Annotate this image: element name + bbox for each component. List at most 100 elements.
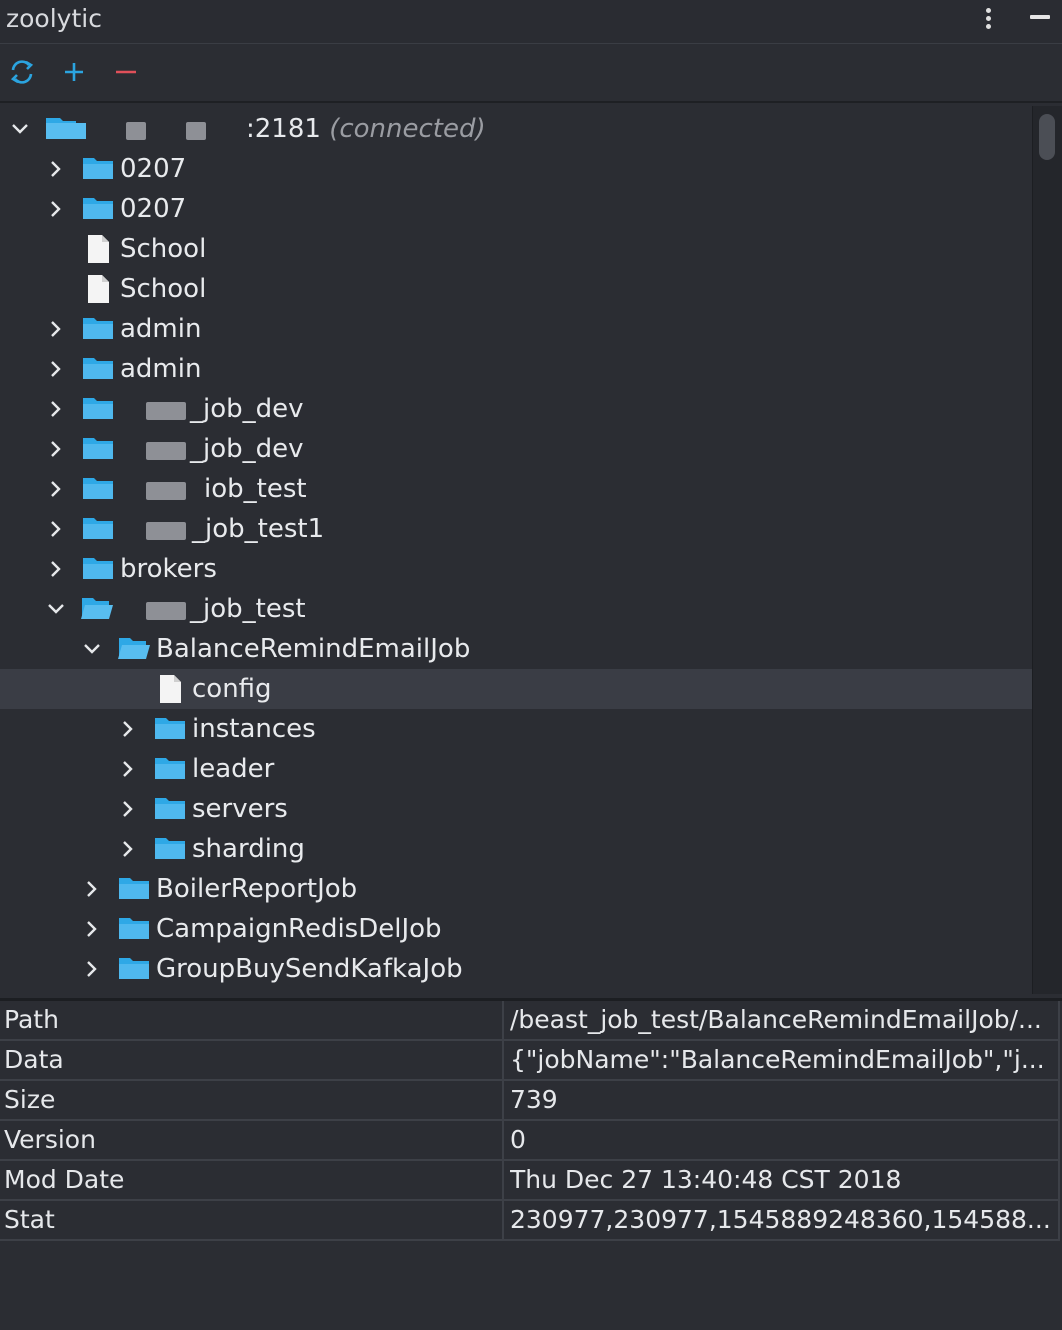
node-tree: :2181 (connected) 0207 0207 School Schoo… bbox=[0, 106, 1032, 994]
chevron-right-icon[interactable] bbox=[46, 399, 66, 419]
property-value[interactable]: Thu Dec 27 13:40:48 CST 2018 bbox=[510, 1165, 1055, 1194]
file-icon bbox=[159, 674, 183, 704]
column-divider bbox=[502, 1081, 504, 1121]
chevron-right-icon[interactable] bbox=[46, 159, 66, 179]
tree-root[interactable]: :2181 (connected) bbox=[0, 109, 1032, 149]
property-value[interactable]: {"jobName":"BalanceRemindEmailJob","j... bbox=[510, 1045, 1055, 1074]
folder-icon bbox=[83, 355, 113, 381]
chevron-right-icon[interactable] bbox=[46, 519, 66, 539]
app-title: zoolytic bbox=[6, 4, 102, 33]
tree-node[interactable]: sharding bbox=[0, 829, 1032, 869]
chevron-down-icon[interactable] bbox=[10, 119, 30, 139]
tree-node[interactable]: _job_dev bbox=[0, 389, 1032, 429]
property-row[interactable]: Mod Date Thu Dec 27 13:40:48 CST 2018 bbox=[0, 1161, 1060, 1201]
tree-node[interactable]: admin bbox=[0, 349, 1032, 389]
property-value[interactable]: 230977,230977,1545889248360,154588... bbox=[510, 1205, 1055, 1234]
node-label: leader bbox=[192, 754, 275, 784]
property-row[interactable]: Data {"jobName":"BalanceRemindEmailJob",… bbox=[0, 1041, 1060, 1081]
folder-icon bbox=[83, 555, 113, 581]
tree-scrollbar[interactable] bbox=[1032, 106, 1062, 994]
node-label: sharding bbox=[192, 834, 305, 864]
property-row[interactable]: Size 739 bbox=[0, 1081, 1060, 1121]
tree-node[interactable]: instances bbox=[0, 709, 1032, 749]
node-label: admin bbox=[120, 314, 202, 344]
folder-icon bbox=[155, 715, 185, 741]
connection-status: (connected) bbox=[329, 114, 486, 144]
tree-node[interactable]: iob_test bbox=[0, 469, 1032, 509]
chevron-right-icon[interactable] bbox=[118, 719, 138, 739]
chevron-down-icon[interactable] bbox=[82, 639, 102, 659]
tree-node-selected[interactable]: config bbox=[0, 669, 1032, 709]
property-key: Path bbox=[4, 1005, 59, 1034]
chevron-right-icon[interactable] bbox=[118, 759, 138, 779]
property-value[interactable]: 739 bbox=[510, 1085, 1055, 1114]
folder-icon bbox=[83, 435, 113, 461]
property-key: Stat bbox=[4, 1205, 55, 1234]
chevron-right-icon[interactable] bbox=[46, 359, 66, 379]
property-row[interactable]: Version 0 bbox=[0, 1121, 1060, 1161]
node-label: BalanceRemindEmailJob bbox=[156, 634, 471, 664]
node-label: School bbox=[120, 234, 207, 264]
folder-icon bbox=[155, 795, 185, 821]
add-icon[interactable] bbox=[59, 57, 89, 87]
folder-icon bbox=[83, 155, 113, 181]
node-label: CampaignRedisDelJob bbox=[156, 914, 442, 944]
column-divider bbox=[502, 1121, 504, 1161]
chevron-right-icon[interactable] bbox=[46, 559, 66, 579]
tree-node[interactable]: School bbox=[0, 229, 1032, 269]
chevron-down-icon[interactable] bbox=[46, 599, 66, 619]
tree-node[interactable]: brokers bbox=[0, 549, 1032, 589]
folder-icon bbox=[83, 475, 113, 501]
tree-node[interactable]: servers bbox=[0, 789, 1032, 829]
chevron-right-icon[interactable] bbox=[118, 839, 138, 859]
property-key: Data bbox=[4, 1045, 64, 1074]
tree-node[interactable]: School bbox=[0, 269, 1032, 309]
tree-node[interactable]: _job_test1 bbox=[0, 509, 1032, 549]
tree-node[interactable]: _job_dev bbox=[0, 429, 1032, 469]
tree-node[interactable]: _job_test bbox=[0, 589, 1032, 629]
refresh-icon[interactable] bbox=[7, 57, 37, 87]
tree-node[interactable]: leader bbox=[0, 749, 1032, 789]
chevron-right-icon[interactable] bbox=[118, 799, 138, 819]
node-label: _job_test1 bbox=[192, 514, 325, 544]
chevron-right-icon[interactable] bbox=[46, 199, 66, 219]
chevron-right-icon[interactable] bbox=[46, 439, 66, 459]
tree-node[interactable]: BalanceRemindEmailJob bbox=[0, 629, 1032, 669]
scrollbar-thumb[interactable] bbox=[1039, 114, 1055, 160]
tree-node[interactable]: GroupBuySendKafkaJob bbox=[0, 949, 1032, 989]
chevron-right-icon[interactable] bbox=[46, 319, 66, 339]
more-options-icon[interactable] bbox=[982, 8, 994, 32]
folder-icon bbox=[83, 515, 113, 541]
property-key: Mod Date bbox=[4, 1165, 125, 1194]
minimize-icon[interactable] bbox=[1030, 15, 1050, 19]
property-key: Version bbox=[4, 1125, 96, 1154]
property-row[interactable]: Path /beast_job_test/BalanceRemindEmailJ… bbox=[0, 1001, 1060, 1041]
property-value[interactable]: 0 bbox=[510, 1125, 1055, 1154]
property-row[interactable]: Stat 230977,230977,1545889248360,154588.… bbox=[0, 1201, 1060, 1241]
tree-node[interactable]: 0207 bbox=[0, 149, 1032, 189]
root-label: :2181 (connected) bbox=[246, 114, 486, 144]
folder-icon bbox=[119, 875, 149, 901]
tree-node[interactable]: CampaignRedisDelJob bbox=[0, 909, 1032, 949]
node-label: _job_test bbox=[190, 594, 306, 624]
tree-node[interactable]: BoilerReportJob bbox=[0, 869, 1032, 909]
folder-icon bbox=[119, 955, 149, 981]
chevron-right-icon[interactable] bbox=[82, 959, 102, 979]
folder-icon bbox=[155, 755, 185, 781]
property-value[interactable]: /beast_job_test/BalanceRemindEmailJob/..… bbox=[510, 1005, 1055, 1034]
redacted-block bbox=[186, 122, 206, 140]
folder-open-icon bbox=[118, 635, 150, 661]
folder-icon bbox=[83, 195, 113, 221]
tree-node[interactable]: 0207 bbox=[0, 189, 1032, 229]
chevron-right-icon[interactable] bbox=[46, 479, 66, 499]
folder-icon bbox=[83, 315, 113, 341]
folder-icon bbox=[83, 395, 113, 421]
chevron-right-icon[interactable] bbox=[82, 919, 102, 939]
remove-icon[interactable] bbox=[111, 57, 141, 87]
node-label: config bbox=[192, 674, 272, 704]
folder-open-icon bbox=[81, 595, 113, 621]
chevron-right-icon[interactable] bbox=[82, 879, 102, 899]
tree-node[interactable]: admin bbox=[0, 309, 1032, 349]
redacted-block bbox=[146, 442, 186, 460]
column-divider bbox=[1058, 1201, 1060, 1241]
